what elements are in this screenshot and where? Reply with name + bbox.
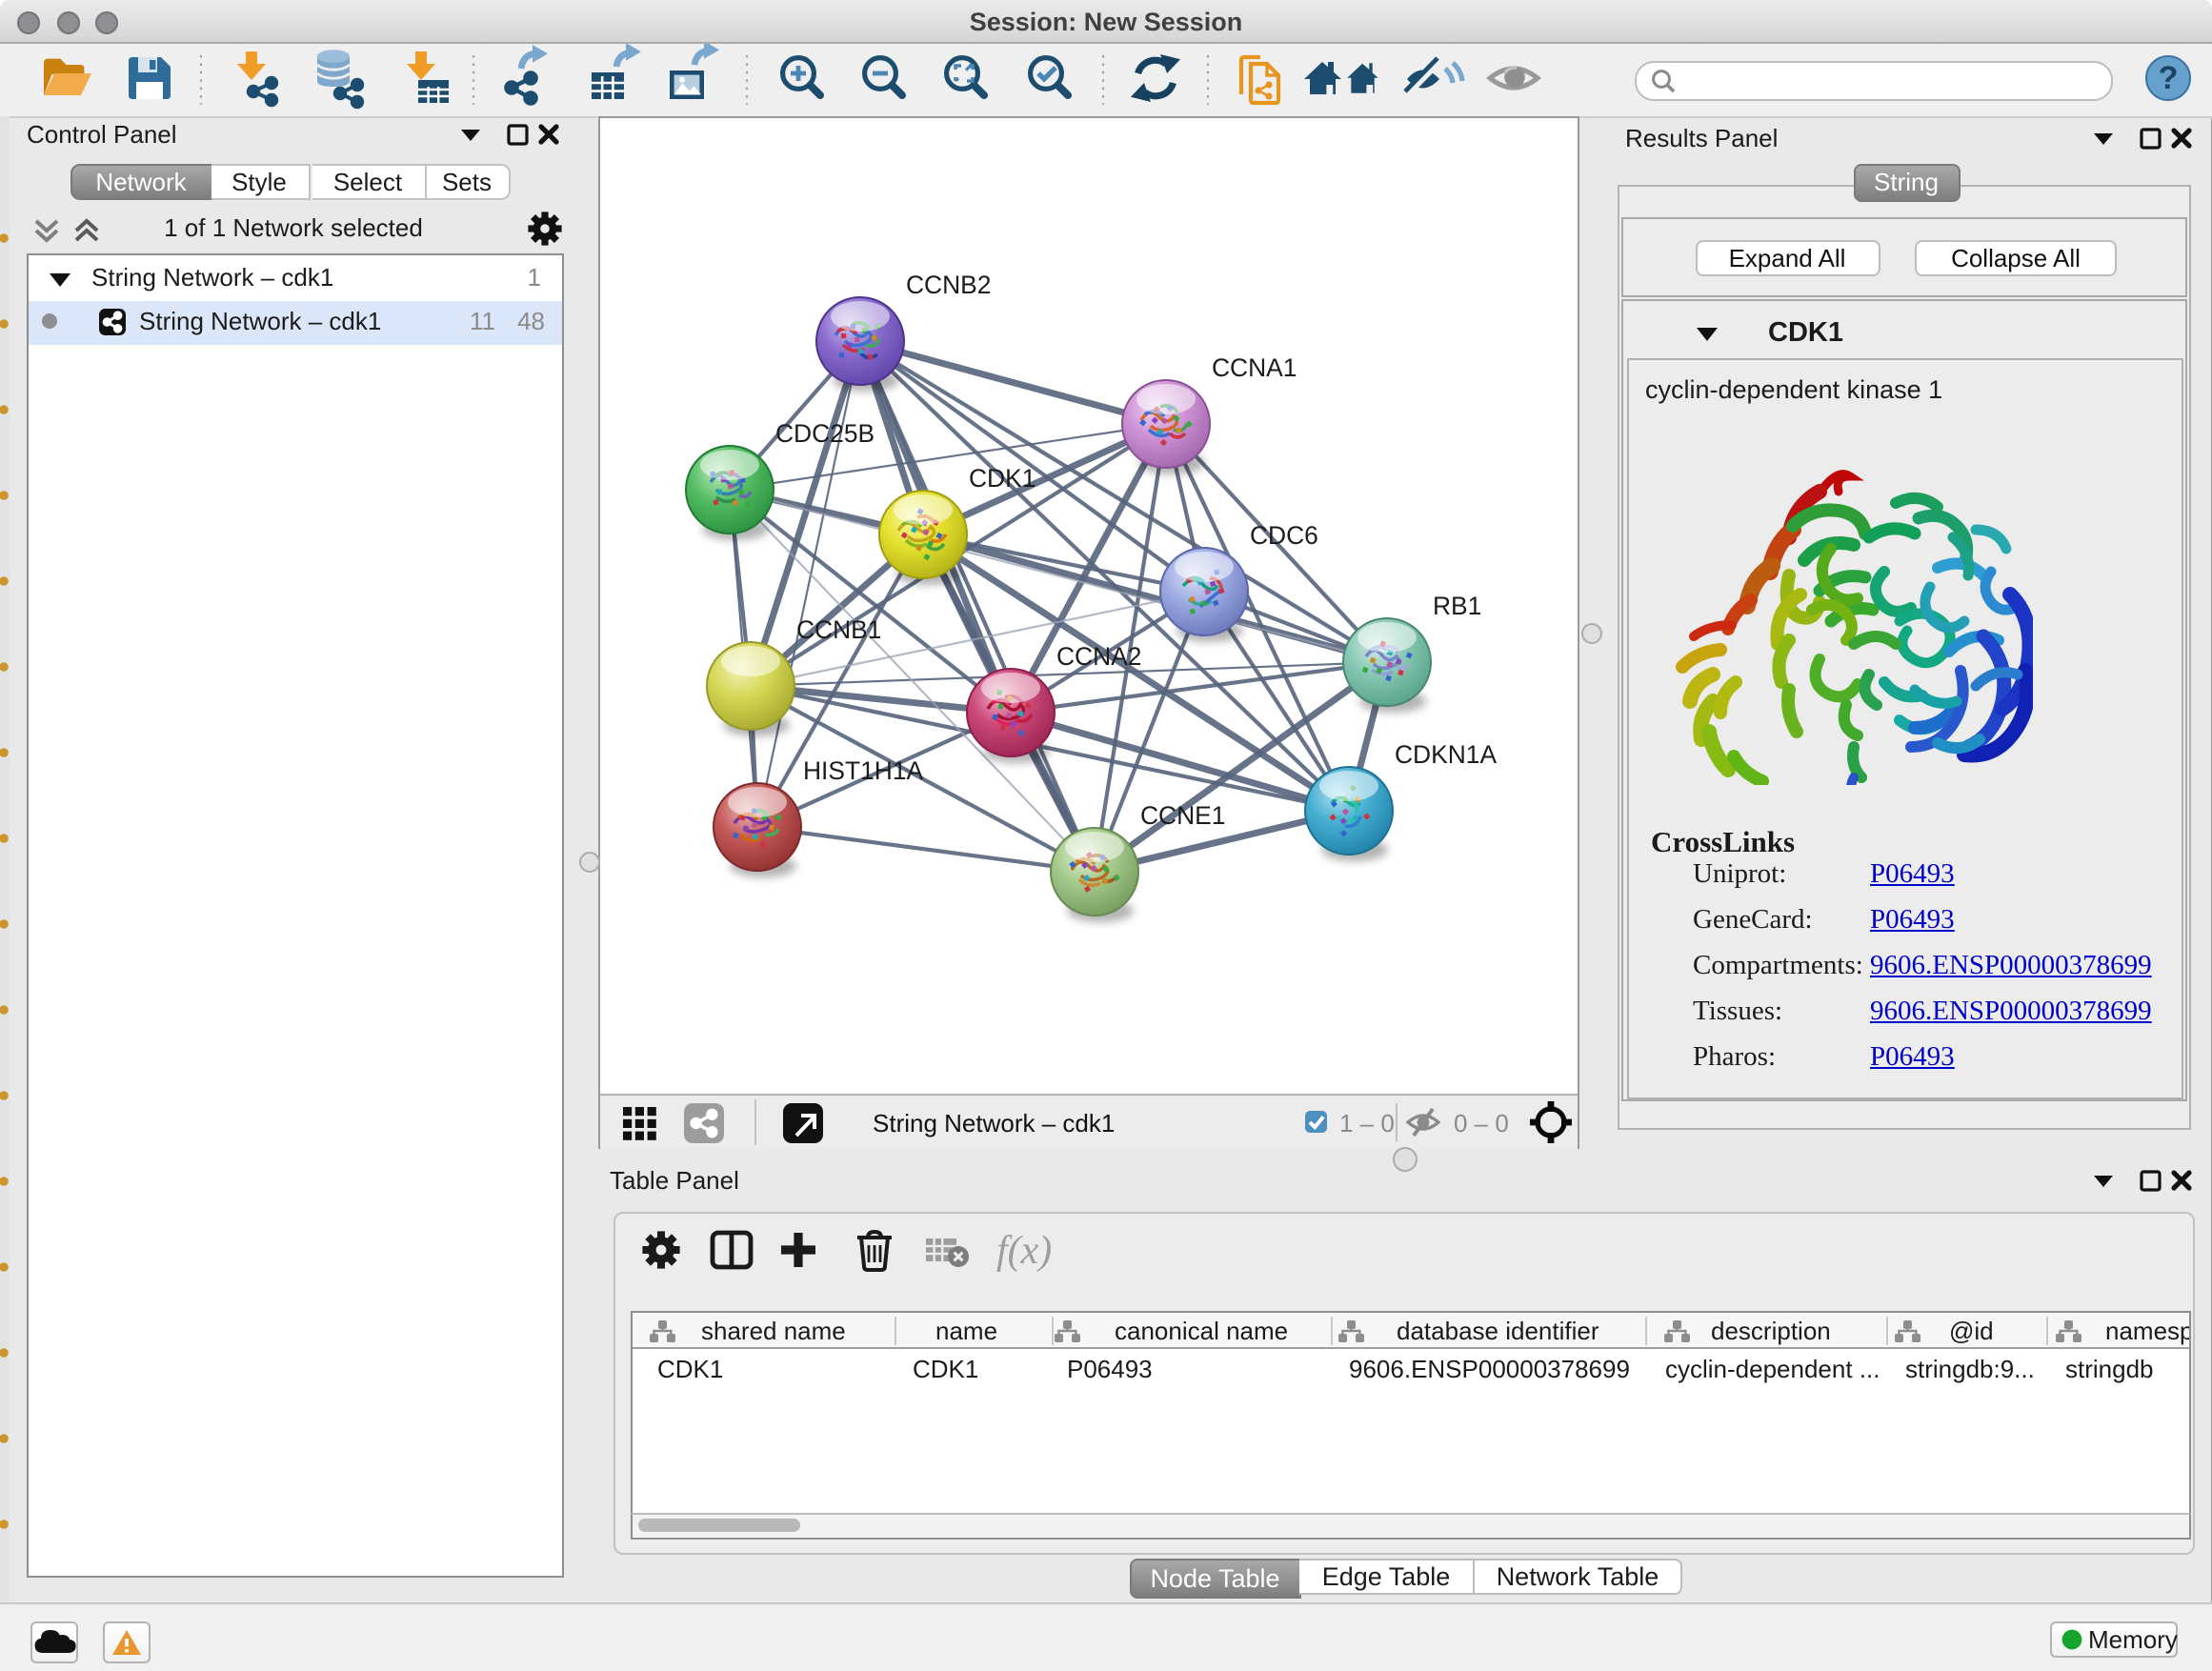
svg-text:CCNA1: CCNA1: [1212, 353, 1297, 382]
svg-text:CDK1: CDK1: [969, 464, 1036, 493]
svg-text:?: ?: [2159, 60, 2179, 96]
svg-text:CCNA2: CCNA2: [1056, 642, 1141, 671]
svg-text:CDC6: CDC6: [1250, 521, 1318, 550]
svg-text:HIST1H1A: HIST1H1A: [803, 756, 924, 785]
svg-text:1 – 0: 1 – 0: [1339, 1109, 1395, 1137]
svg-text:CCNB1: CCNB1: [796, 615, 881, 644]
svg-text:0 – 0: 0 – 0: [1454, 1109, 1509, 1137]
svg-text:CCNB2: CCNB2: [906, 271, 991, 299]
svg-text:CCNE1: CCNE1: [1140, 801, 1225, 830]
svg-text:CDKN1A: CDKN1A: [1395, 740, 1497, 769]
svg-text:String Network – cdk1: String Network – cdk1: [873, 1109, 1115, 1137]
svg-text:RB1: RB1: [1433, 592, 1481, 620]
svg-text:f(x): f(x): [996, 1229, 1052, 1273]
svg-text:CDC25B: CDC25B: [775, 419, 875, 448]
